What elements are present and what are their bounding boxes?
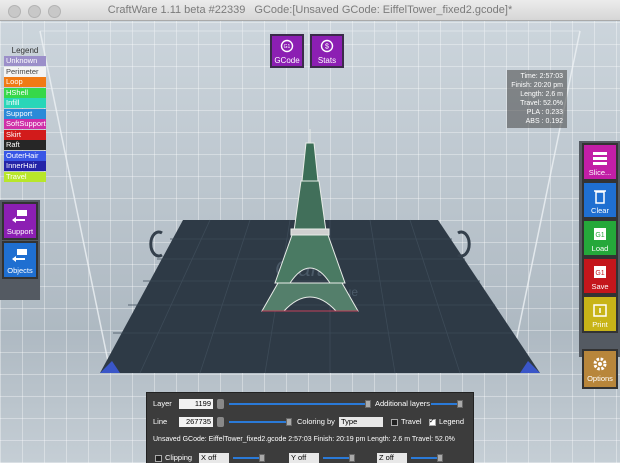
legend-label: Legend [439, 417, 465, 426]
line-label: Line [153, 417, 168, 426]
slice-button-label: Slice... [588, 168, 612, 177]
objects-button[interactable]: Objects [2, 241, 38, 279]
support-button[interactable]: Support [2, 202, 38, 240]
line-spinner[interactable] [217, 417, 224, 427]
legend-title: Legend [11, 46, 39, 55]
svg-text:$: $ [325, 44, 329, 51]
slice-button[interactable]: Slice... [582, 143, 618, 181]
slice-icon [593, 152, 607, 165]
legend-item: InnerHair [4, 161, 46, 171]
svg-text:G1: G1 [595, 270, 604, 277]
x-clip-select[interactable]: X off [199, 453, 229, 463]
gear-icon [593, 357, 607, 371]
layer-input[interactable]: 1199 [179, 399, 213, 409]
legend-item: Raft [4, 140, 46, 150]
svg-text:G1: G1 [595, 232, 604, 239]
z-clip-select[interactable]: Z off [377, 453, 407, 463]
save-button[interactable]: G1 Save [582, 257, 618, 295]
y-clip-slider[interactable] [323, 457, 351, 459]
support-button-label: Support [6, 227, 34, 236]
additional-layers-handle[interactable] [457, 400, 463, 408]
legend-item: SoftSupport [4, 119, 46, 129]
stats-button-label: Stats [317, 56, 337, 65]
z-clip-slider[interactable] [411, 457, 439, 459]
support-icon [12, 210, 27, 223]
travel-label: Travel [401, 417, 422, 426]
line-slider[interactable] [229, 421, 289, 423]
app-title: CraftWare 1.11 beta #22339 [107, 4, 246, 16]
stats-finish: Finish: 20:20 pm [511, 82, 563, 89]
right-logo-icon [457, 230, 471, 258]
legend-item: OuterHair [4, 150, 46, 161]
coloring-by-label: Coloring by [297, 417, 335, 426]
legend-list: Unknown Perimeter Loop HShell Infill Support S… [4, 56, 46, 182]
legend-item: HShell [4, 87, 46, 98]
gcode-info-line: Unsaved GCode: EiffelTower_fixed2.gcode … [153, 436, 455, 443]
document-title: GCode:[Unsaved GCode: EiffelTower_fixed2… [254, 4, 513, 16]
layer-control-panel: Layer 1199 Additional layers Line 267735… [146, 392, 474, 463]
stats-panel: Time: 2:57:03 Finish: 20:20 pm Length: 2… [507, 70, 567, 128]
y-clip-select[interactable]: Y off [289, 453, 319, 463]
objects-icon [12, 249, 27, 262]
load-button[interactable]: G1 Load [582, 219, 618, 257]
load-button-label: Load [591, 244, 609, 253]
stats-length: Length: 2.6 m [520, 91, 563, 98]
options-button-label: Options [587, 374, 613, 383]
gcode-button-label: GCode [274, 56, 300, 65]
save-icon: G1 [594, 266, 606, 278]
clipping-checkbox[interactable] [155, 455, 162, 462]
legend-checkmark-icon: ✓ [429, 418, 435, 425]
close-window-button[interactable] [8, 5, 21, 18]
stats-abs: ABS : 0.192 [525, 118, 563, 125]
layer-slider-handle[interactable] [365, 400, 371, 408]
stats-icon: $ [320, 39, 334, 53]
svg-text:G1: G1 [284, 44, 291, 50]
legend-item: Travel [4, 171, 46, 182]
layer-spinner[interactable] [217, 399, 224, 409]
legend-item: Perimeter [4, 66, 46, 77]
options-button[interactable]: Options [582, 349, 618, 389]
legend-item: Unknown [4, 56, 46, 66]
additional-layers-label: Additional layers [375, 399, 431, 408]
clipping-label: Clipping [165, 453, 193, 462]
legend-item: Infill [4, 98, 46, 108]
print-icon [593, 304, 607, 317]
line-input[interactable]: 267735 [179, 417, 213, 427]
clear-button-label: Clear [591, 206, 609, 215]
load-icon: G1 [594, 228, 606, 240]
stats-button[interactable]: $ Stats [310, 34, 344, 68]
legend-item: Skirt [4, 129, 46, 140]
save-button-label: Save [591, 282, 609, 291]
window-title: CraftWare 1.11 beta #22339 GCode:[Unsave… [105, 0, 516, 20]
line-slider-handle[interactable] [286, 418, 292, 426]
stats-time: Time: 2:57:03 [520, 73, 563, 80]
left-logo-icon [149, 230, 163, 258]
legend-item: Support [4, 108, 46, 119]
trash-icon [594, 190, 606, 204]
window-controls [8, 5, 61, 18]
minimize-window-button[interactable] [28, 5, 41, 18]
x-clip-slider[interactable] [233, 457, 261, 459]
x-clip-handle[interactable] [259, 454, 265, 462]
coloring-by-select[interactable]: Type [339, 417, 383, 427]
gcode-button[interactable]: G1 GCode [270, 34, 304, 68]
y-clip-handle[interactable] [349, 454, 355, 462]
zoom-window-button[interactable] [48, 5, 61, 18]
print-button-label: Print [592, 320, 608, 329]
legend-item: Loop [4, 77, 46, 87]
layer-label: Layer [153, 399, 172, 408]
viewport-3d[interactable]: Craft Unique Legend UnknownPerimeterLoop… [0, 21, 620, 463]
stats-travel: Travel: 52.0% [520, 100, 563, 107]
print-button[interactable]: Print [582, 295, 618, 333]
title-bar: CraftWare 1.11 beta #22339 GCode:[Unsave… [0, 0, 620, 21]
travel-checkbox[interactable] [391, 419, 398, 426]
stats-pla: PLA : 0.233 [526, 109, 563, 116]
objects-button-label: Objects [7, 266, 33, 275]
gcode-icon: G1 [280, 39, 294, 53]
z-clip-handle[interactable] [437, 454, 443, 462]
layer-slider[interactable] [229, 403, 369, 405]
legend: Legend Unknown Perimeter Loop HShell Infill S… [4, 46, 46, 182]
clear-button[interactable]: Clear [582, 181, 618, 219]
